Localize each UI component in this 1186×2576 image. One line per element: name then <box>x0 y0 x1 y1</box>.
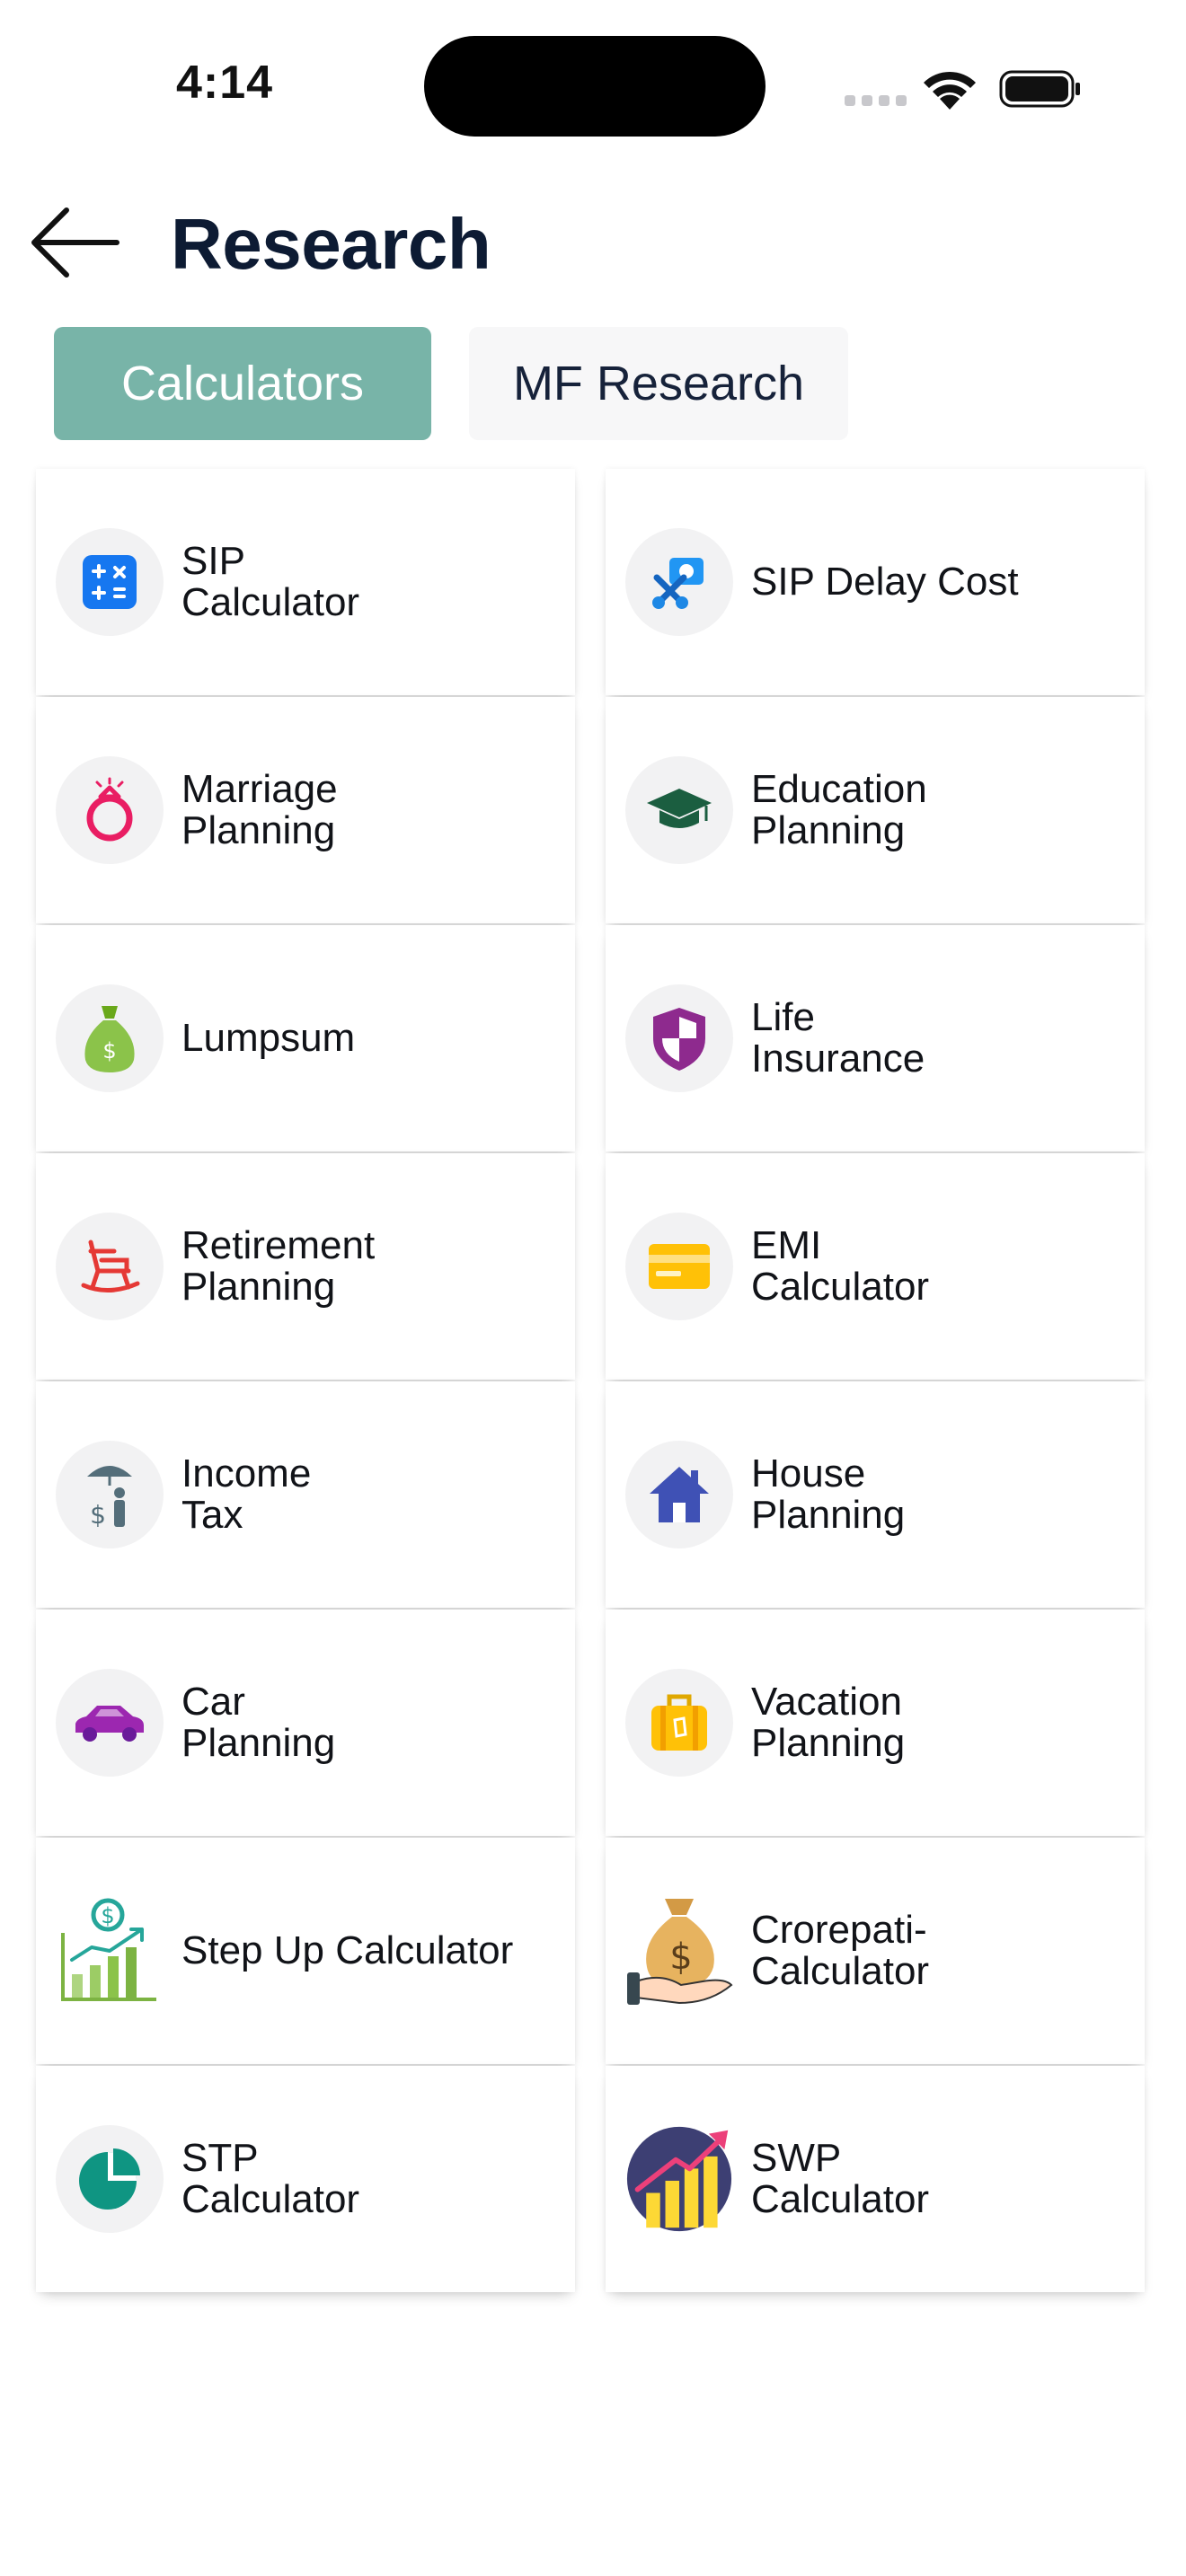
card-label: Education Planning <box>751 767 927 852</box>
card-label: SIP Delay Cost <box>751 560 1019 604</box>
status-time: 4:14 <box>176 57 274 109</box>
card-vacation-planning[interactable]: Vacation Planning <box>606 1610 1145 1836</box>
card-lumpsum[interactable]: $ Lumpsum <box>36 925 575 1151</box>
card-retirement-planning[interactable]: Retirement Planning <box>36 1153 575 1380</box>
card-stp-calculator[interactable]: STP Calculator <box>36 2066 575 2292</box>
card-label: House Planning <box>751 1451 906 1537</box>
growth-chart-icon: $ <box>56 1897 164 2005</box>
ring-icon <box>56 756 164 864</box>
card-label: STP Calculator <box>181 2136 360 2221</box>
card-label: Retirement Planning <box>181 1223 376 1309</box>
card-crorepati-calculator[interactable]: $ Crorepati- Calculator <box>606 1838 1145 2064</box>
battery-icon <box>999 70 1080 108</box>
card-marriage-planning[interactable]: Marriage Planning <box>36 697 575 923</box>
card-car-planning[interactable]: Car Planning <box>36 1610 575 1836</box>
card-income-tax[interactable]: $ Income Tax <box>36 1381 575 1608</box>
card-emi-calculator[interactable]: EMI Calculator <box>606 1153 1145 1380</box>
rocking-chair-icon <box>56 1213 164 1320</box>
shield-icon <box>625 984 733 1092</box>
card-label: Step Up Calculator <box>181 1928 514 1972</box>
page-title: Research <box>171 204 491 284</box>
money-bag-icon: $ <box>56 984 164 1092</box>
credit-card-icon <box>625 1213 733 1320</box>
graduation-cap-icon <box>625 756 733 864</box>
card-swp-calculator[interactable]: SWP Calculator <box>606 2066 1145 2292</box>
tab-mf-research[interactable]: MF Research <box>469 327 848 440</box>
card-education-planning[interactable]: Education Planning <box>606 697 1145 923</box>
card-sip-delay-cost[interactable]: SIP Delay Cost <box>606 469 1145 695</box>
calculator-icon <box>56 528 164 636</box>
card-label: Crorepati- Calculator <box>751 1908 930 1993</box>
svg-text:$: $ <box>101 1903 114 1928</box>
card-label: Lumpsum <box>181 1016 356 1060</box>
svg-text:$: $ <box>90 1500 106 1530</box>
card-life-insurance[interactable]: Life Insurance <box>606 925 1145 1151</box>
card-label: Car Planning <box>181 1680 336 1765</box>
car-icon <box>56 1669 164 1777</box>
pie-chart-icon <box>56 2125 164 2233</box>
card-label: Life Insurance <box>751 995 925 1081</box>
house-icon <box>625 1441 733 1548</box>
card-step-up-calculator[interactable]: $ Step Up Calculator <box>36 1838 575 2064</box>
card-label: SIP Calculator <box>181 539 360 624</box>
tab-calculators[interactable]: Calculators <box>54 327 431 440</box>
money-bag-hand-icon: $ <box>625 1897 733 2005</box>
wifi-icon <box>924 71 976 110</box>
card-sip-calculator[interactable]: SIP Calculator <box>36 469 575 695</box>
svg-text:$: $ <box>102 1038 116 1063</box>
back-arrow-icon[interactable] <box>27 205 120 280</box>
dynamic-island <box>424 36 766 137</box>
card-label: Marriage Planning <box>181 767 338 852</box>
svg-text:$: $ <box>669 1936 692 1978</box>
umbrella-person-icon: $ <box>56 1441 164 1548</box>
cellular-signal-icon <box>845 95 907 106</box>
suitcase-icon <box>625 1669 733 1777</box>
card-house-planning[interactable]: House Planning <box>606 1381 1145 1608</box>
bar-chart-arrow-icon <box>625 2125 733 2233</box>
card-label: EMI Calculator <box>751 1223 930 1309</box>
delay-cost-icon <box>625 528 733 636</box>
card-label: Income Tax <box>181 1451 312 1537</box>
card-label: Vacation Planning <box>751 1680 906 1765</box>
card-label: SWP Calculator <box>751 2136 930 2221</box>
